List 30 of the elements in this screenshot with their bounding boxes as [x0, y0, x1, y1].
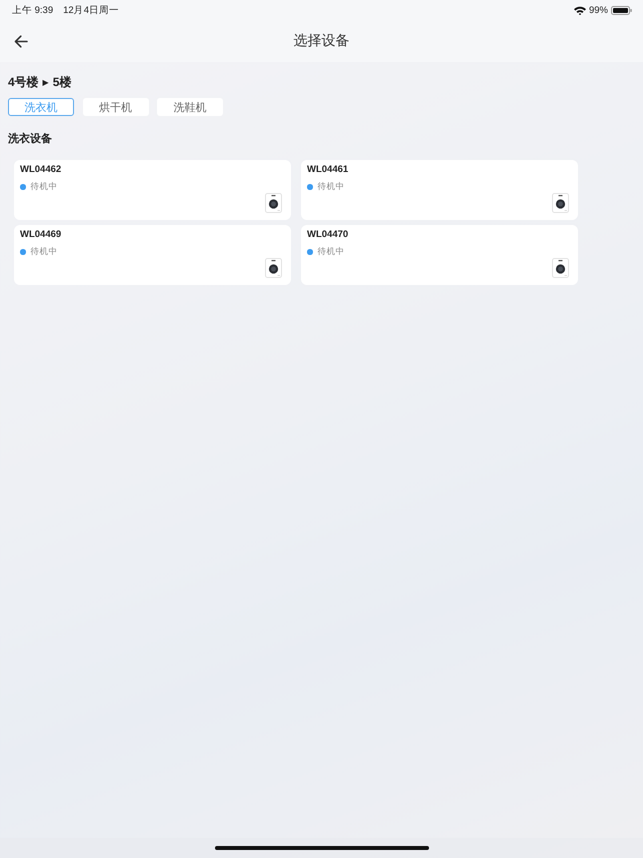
back-arrow-icon [14, 35, 28, 48]
battery-percent: 99% [588, 4, 608, 16]
device-card[interactable]: WL04462 待机中 [14, 160, 291, 220]
device-status: 待机中 [318, 181, 344, 193]
floor-label: 5楼 [52, 76, 72, 89]
device-name: WL04469 [20, 229, 62, 241]
device-card[interactable]: WL04461 待机中 [301, 160, 578, 220]
washing-machine-icon [265, 258, 282, 278]
page-title: 选择设备 [294, 32, 350, 50]
status-date: 12月4日周一 [63, 4, 119, 16]
device-name: WL04470 [307, 229, 350, 241]
battery-icon [611, 6, 632, 14]
category-tab[interactable]: 烘干机 [82, 98, 148, 116]
device-card[interactable]: WL04469 待机中 [14, 225, 291, 285]
device-status: 待机中 [318, 246, 344, 258]
washing-machine-icon [552, 193, 569, 213]
back-button[interactable] [12, 33, 30, 50]
device-card[interactable]: WL04470 待机中 [301, 225, 578, 285]
category-tab[interactable]: 洗鞋机 [157, 98, 223, 116]
breadcrumb-separator: ▶ [42, 77, 49, 89]
wifi-icon [574, 6, 586, 14]
building-label: 4号楼 [8, 76, 39, 89]
device-status: 待机中 [30, 246, 58, 258]
section-title: 洗衣设备 [8, 133, 53, 145]
device-name: WL04462 [20, 164, 62, 176]
device-name: WL04461 [307, 164, 350, 176]
washing-machine-icon [265, 193, 282, 213]
status-time: 上午 9:39 [12, 4, 54, 16]
washing-machine-icon [552, 258, 569, 278]
device-status: 待机中 [30, 181, 58, 193]
